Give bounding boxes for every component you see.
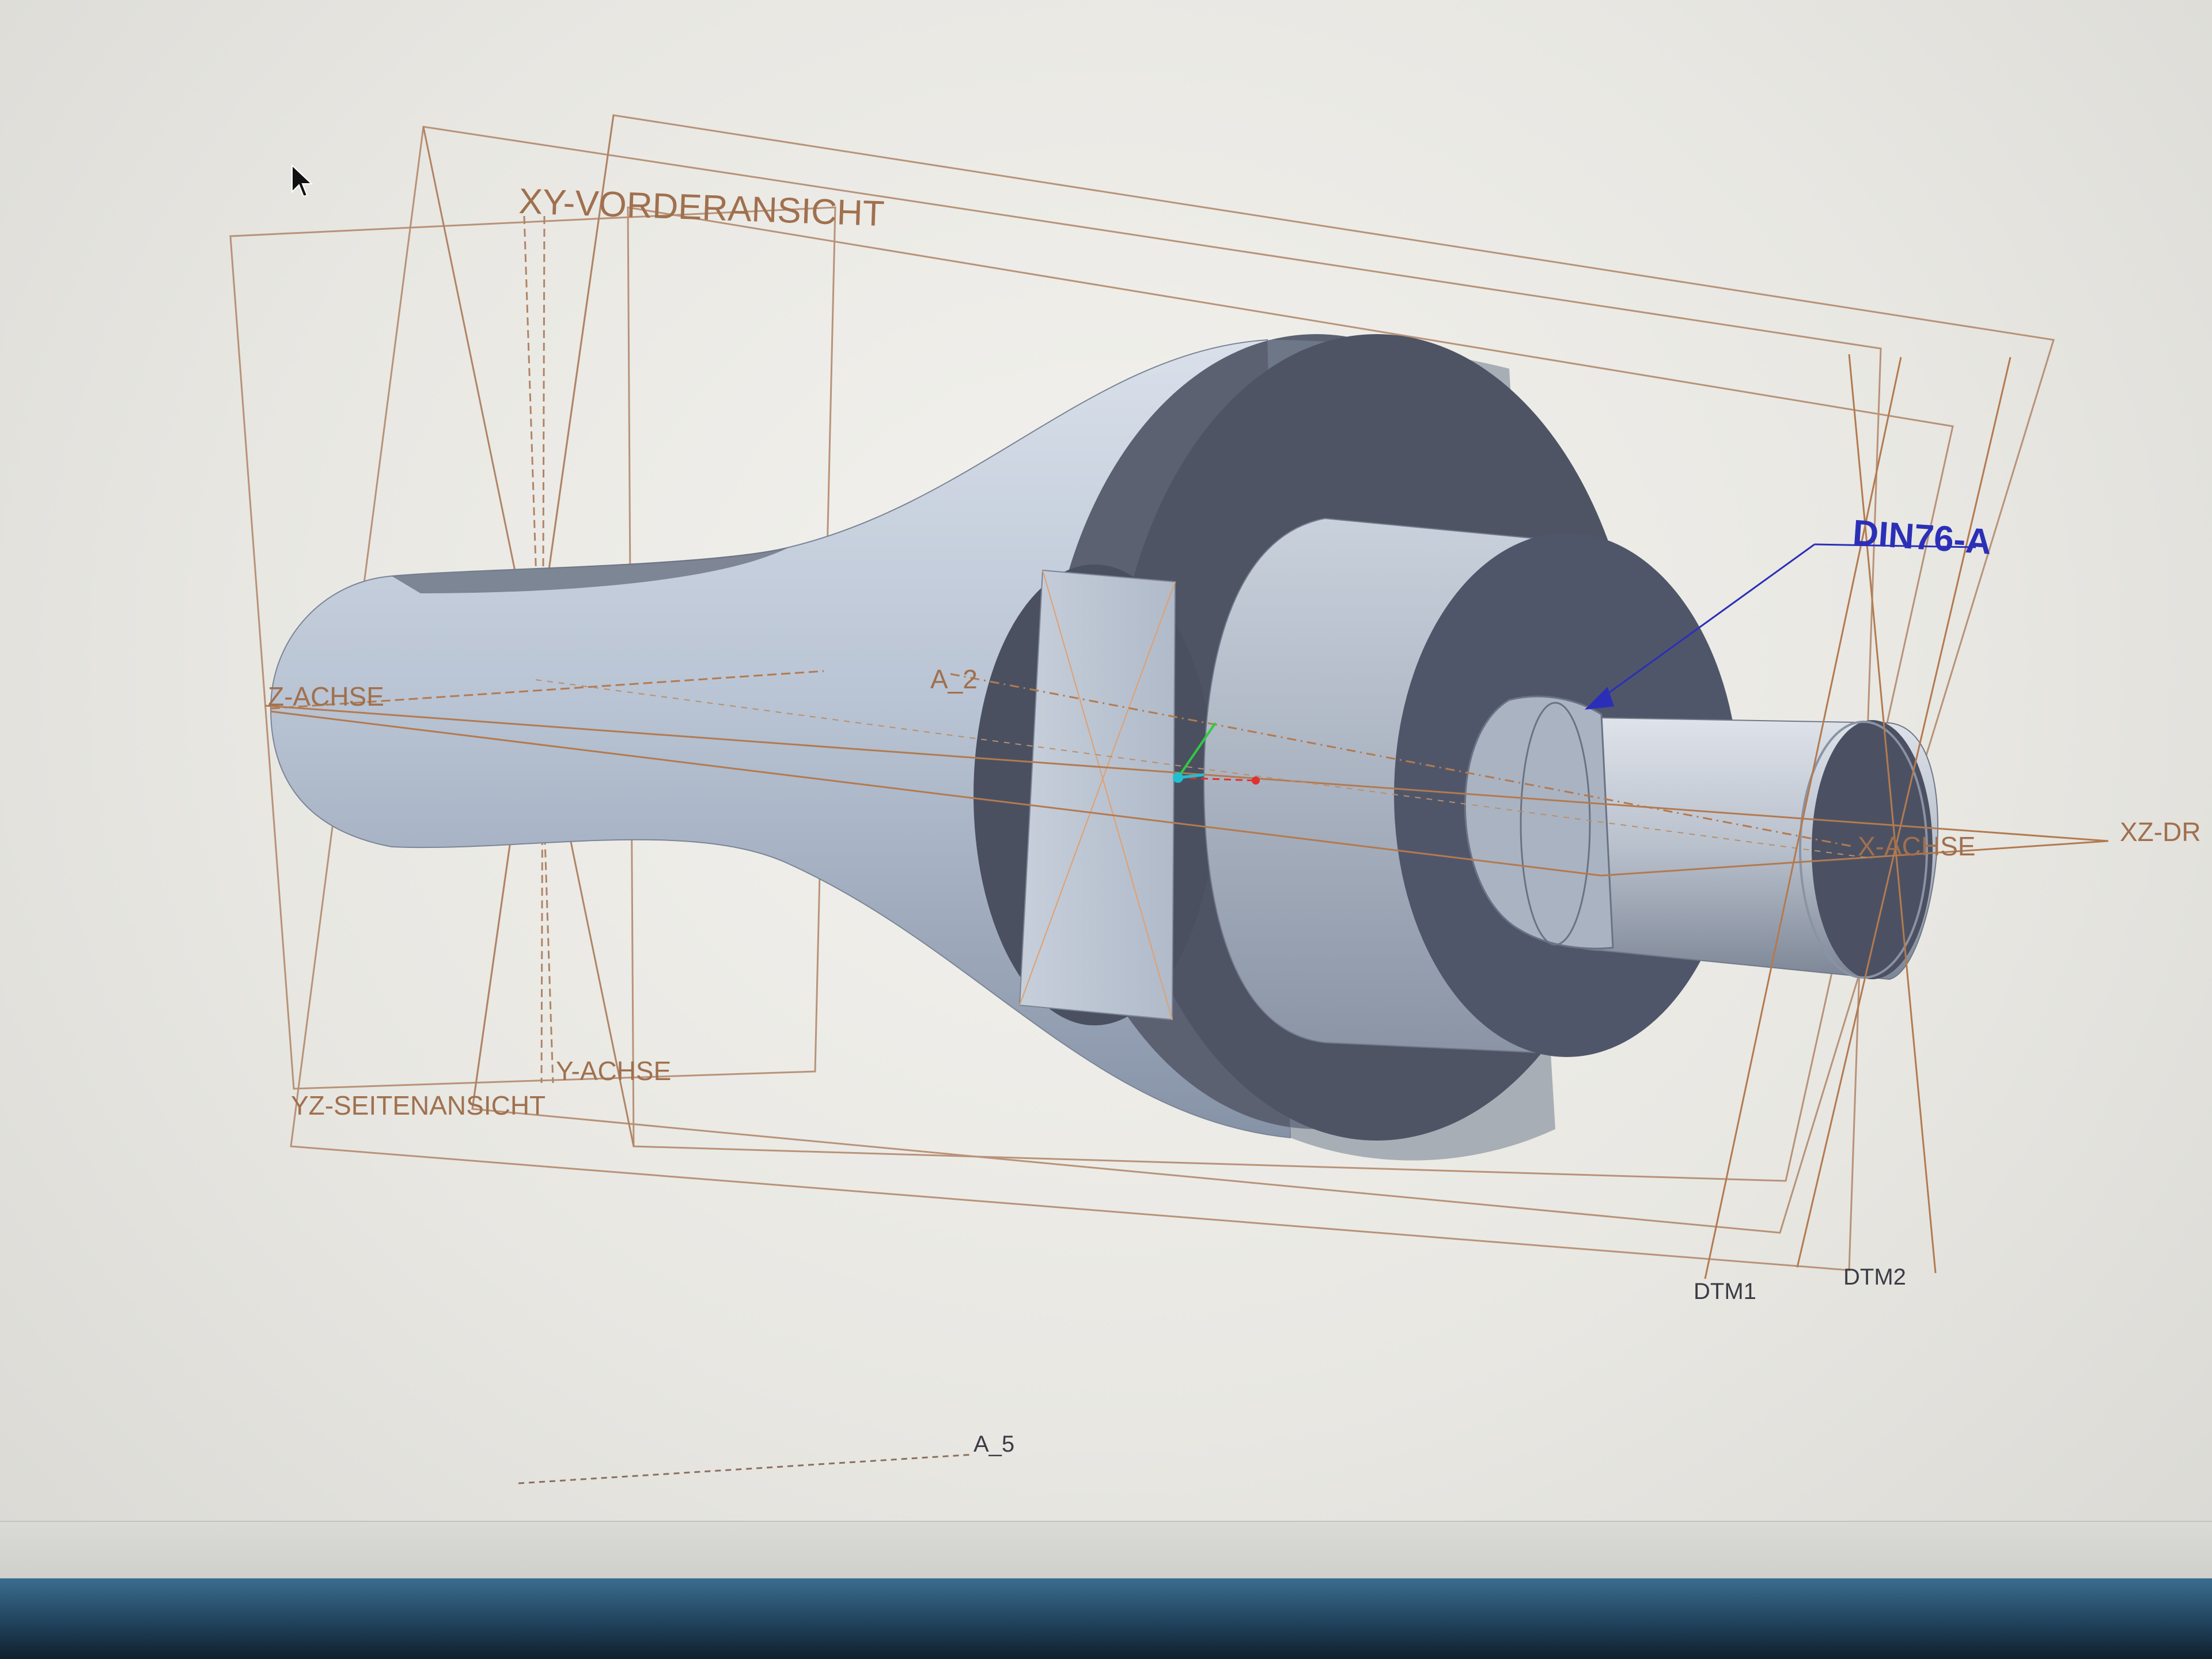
cad-viewport[interactable]: XY-VORDERANSICHT Z-ACHSE A_2 Y-ACHSE YZ-… bbox=[0, 0, 2212, 1659]
label-z-axis[interactable]: Z-ACHSE bbox=[268, 681, 384, 711]
model-scene[interactable]: XY-VORDERANSICHT Z-ACHSE A_2 Y-ACHSE YZ-… bbox=[0, 0, 2212, 1659]
axis-a5-line bbox=[518, 1453, 974, 1484]
label-dtm1[interactable]: DTM1 bbox=[1694, 1279, 1756, 1304]
label-y-axis[interactable]: Y-ACHSE bbox=[556, 1056, 671, 1086]
taskbar bbox=[0, 1578, 2212, 1659]
label-dtm2[interactable]: DTM2 bbox=[1843, 1264, 1906, 1290]
status-bar bbox=[0, 1521, 2212, 1580]
label-a2-axis[interactable]: A_2 bbox=[930, 664, 978, 694]
label-x-axis[interactable]: X-ACHSE bbox=[1858, 831, 1975, 861]
label-xz-plane[interactable]: XZ-DR bbox=[2120, 817, 2201, 847]
mouse-cursor-icon bbox=[291, 164, 313, 198]
label-a5-axis[interactable]: A_5 bbox=[974, 1431, 1014, 1457]
label-yz-side-plane[interactable]: YZ-SEITENANSICHT bbox=[291, 1090, 546, 1120]
